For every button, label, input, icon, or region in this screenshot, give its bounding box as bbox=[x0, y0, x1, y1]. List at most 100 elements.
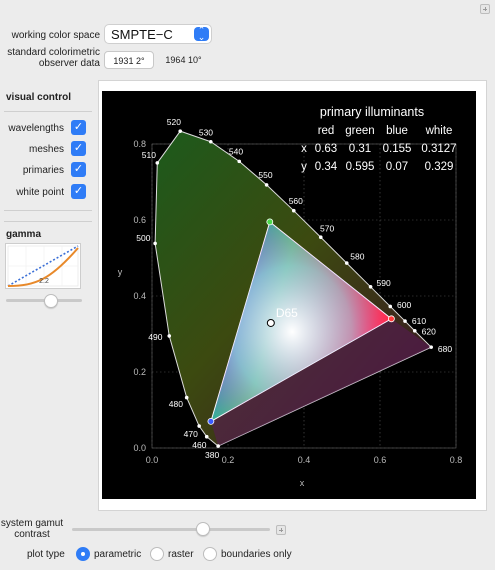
checkmark-icon[interactable]: ✓ bbox=[71, 141, 86, 156]
y-tick-label: 0.4 bbox=[133, 291, 146, 301]
checkmark-icon[interactable]: ✓ bbox=[71, 162, 86, 177]
table-x-white: 0.3127 bbox=[421, 143, 456, 155]
wavelength-dot bbox=[344, 261, 349, 265]
wavelength-label: 560 bbox=[289, 196, 303, 206]
wavelength-label: 490 bbox=[148, 332, 162, 342]
wavelength-dot bbox=[237, 159, 242, 164]
expand-corner-button[interactable] bbox=[480, 4, 490, 14]
contrast-slider-track[interactable] bbox=[72, 528, 270, 531]
wavelength-dot bbox=[216, 444, 220, 448]
x-tick-label: 0.6 bbox=[374, 455, 387, 465]
table-row-x-label: x bbox=[301, 143, 307, 155]
wavelength-dot bbox=[412, 329, 417, 333]
wavelength-dot bbox=[167, 334, 172, 338]
wavelength-label: 470 bbox=[184, 429, 198, 439]
chromaticity-svg: 0.00.0 0.2 0.2 0.4 0.4 0.6 0.6 0.8 0.8 380460470… bbox=[118, 105, 463, 488]
wavelength-label: 680 bbox=[438, 344, 452, 354]
radio-label: boundaries only bbox=[221, 549, 292, 560]
checkmark-icon[interactable]: ✓ bbox=[71, 120, 86, 135]
checkmark-icon[interactable]: ✓ bbox=[71, 184, 86, 199]
wavelength-dot bbox=[204, 434, 209, 439]
plot-type-label: plot type bbox=[27, 549, 65, 560]
x-axis-label: x bbox=[300, 478, 305, 488]
table-x-blue: 0.155 bbox=[383, 143, 412, 155]
checkbox-label: primaries bbox=[22, 165, 64, 176]
x-tick-label: 0.2 bbox=[222, 455, 235, 465]
wavelength-label: 510 bbox=[142, 150, 156, 160]
y-tick-label: 0.6 bbox=[133, 215, 146, 225]
radio-button[interactable] bbox=[150, 547, 164, 561]
checkbox-white-point[interactable]: white point ✓ bbox=[4, 184, 86, 200]
wavelength-label: 540 bbox=[229, 147, 243, 157]
radio-boundaries-only[interactable]: boundaries only bbox=[203, 547, 303, 563]
wavelength-dot bbox=[178, 129, 183, 133]
divider bbox=[4, 221, 92, 222]
y-tick-label: 0.2 bbox=[133, 367, 146, 377]
radio-raster[interactable]: raster bbox=[150, 547, 200, 563]
observer-label-line2: observer data bbox=[38, 58, 100, 69]
gamma-preview: 2.2 bbox=[5, 243, 81, 289]
checkbox-label: meshes bbox=[28, 144, 64, 155]
wavelength-label: 500 bbox=[136, 233, 150, 243]
table-header-red: red bbox=[318, 125, 335, 137]
observer-label-line1: standard colorimetric bbox=[7, 47, 100, 58]
wavelength-dot bbox=[184, 395, 189, 400]
wavelength-dot bbox=[403, 319, 407, 323]
wavelength-label: 600 bbox=[397, 300, 411, 310]
working-color-space-label: working color space bbox=[11, 30, 100, 41]
radio-label: parametric bbox=[94, 549, 142, 560]
wavelength-dot bbox=[153, 241, 157, 246]
x-tick-label: 0.4 bbox=[298, 455, 311, 465]
contrast-slider-knob[interactable] bbox=[196, 522, 210, 536]
radio-button[interactable] bbox=[203, 547, 217, 561]
table-x-red: 0.63 bbox=[315, 143, 337, 155]
wavelength-label: 620 bbox=[422, 326, 436, 336]
gamma-slider-knob[interactable] bbox=[44, 294, 58, 308]
observer-option-1964[interactable]: 1964 10° bbox=[156, 51, 211, 69]
chromaticity-plot: 0.0 0.0 0.2 0.2 0.4 0.4 0.6 0.6 0.8 0.8 380 460 470… bbox=[102, 91, 476, 499]
updown-chevron-icon: ⌃ ⌄ bbox=[194, 26, 209, 42]
table-y-red: 0.34 bbox=[315, 161, 338, 173]
wavelength-label: 550 bbox=[258, 170, 272, 180]
x-tick-label: 0.8 bbox=[450, 455, 463, 465]
divider bbox=[4, 111, 92, 112]
y-axis-label: y bbox=[118, 267, 123, 277]
radio-button[interactable] bbox=[76, 547, 90, 561]
visual-control-title: visual control bbox=[6, 92, 72, 103]
observer-option-1931[interactable]: 1931 2° bbox=[104, 51, 154, 69]
wavelength-label: 580 bbox=[350, 252, 364, 262]
checkbox-meshes[interactable]: meshes ✓ bbox=[4, 141, 86, 157]
wavelength-dot bbox=[208, 139, 213, 144]
wavelength-label: 380 bbox=[205, 450, 219, 460]
table-x-green: 0.31 bbox=[349, 143, 371, 155]
system-gamut-label-line2: contrast bbox=[14, 529, 50, 540]
wavelength-dot bbox=[388, 304, 393, 309]
wavelength-label: 590 bbox=[377, 278, 391, 288]
wavelength-dot bbox=[291, 208, 296, 213]
checkbox-primaries[interactable]: primaries ✓ bbox=[4, 162, 86, 178]
y-tick-label: 0.0 bbox=[133, 443, 146, 453]
wavelength-dot bbox=[318, 235, 323, 240]
wavelength-label: 480 bbox=[169, 399, 183, 409]
table-y-green: 0.595 bbox=[346, 161, 375, 173]
radio-label: raster bbox=[168, 549, 194, 560]
contrast-slider-expand-button[interactable] bbox=[276, 525, 286, 535]
working-color-space-value: SMPTE−C bbox=[111, 27, 173, 42]
wavelength-label: 610 bbox=[412, 316, 426, 326]
primary-red-marker bbox=[387, 315, 395, 323]
primary-illuminants-table: primary illuminants red green blue white… bbox=[301, 105, 456, 173]
white-point-label: D65 bbox=[276, 306, 298, 320]
wavelength-dot bbox=[264, 183, 269, 187]
checkbox-wavelengths[interactable]: wavelengths ✓ bbox=[4, 120, 86, 136]
table-title: primary illuminants bbox=[320, 105, 424, 119]
wavelength-dot bbox=[155, 161, 160, 165]
table-y-white: 0.329 bbox=[425, 161, 454, 173]
x-tick-label: 0.0 bbox=[146, 455, 159, 465]
divider bbox=[4, 210, 92, 211]
working-color-space-select[interactable]: SMPTE−C ⌃ ⌄ bbox=[104, 24, 212, 44]
table-header-blue: blue bbox=[386, 125, 408, 137]
wavelength-dot bbox=[368, 285, 373, 289]
radio-parametric[interactable]: parametric bbox=[76, 547, 146, 563]
gamma-value-label: 2.2 bbox=[39, 278, 49, 285]
primary-green-marker bbox=[266, 218, 274, 226]
